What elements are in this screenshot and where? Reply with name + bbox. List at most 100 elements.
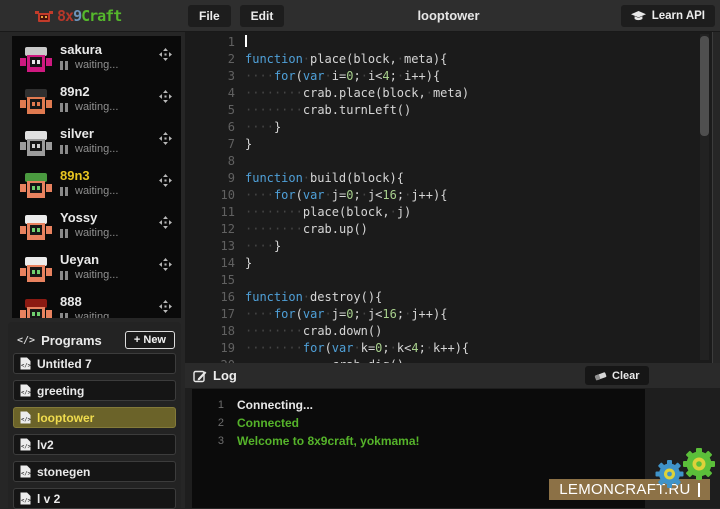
code-line: 12 ········crab.up() (185, 221, 712, 238)
eraser-icon (594, 370, 607, 381)
player-status: waiting... (60, 59, 118, 71)
code-line: 13 ····} (185, 238, 712, 255)
player-status: waiting... (60, 185, 118, 197)
move-icon[interactable] (159, 258, 172, 271)
code-line: 1 (185, 34, 712, 51)
player-name: 89n3 (60, 168, 90, 183)
log-line-number: 1 (192, 399, 224, 411)
code-line: 10 ····for(var·j=0;·j<16;·j++){ (185, 187, 712, 204)
log-message: Welcome to 8x9craft, yokmama! (237, 434, 420, 448)
player-status: waiting... (60, 227, 118, 239)
line-number: 8 (185, 153, 235, 170)
player-row[interactable]: Yossy waiting... (12, 207, 181, 249)
log-entry: 1 Connecting... (192, 396, 645, 414)
program-item[interactable]: </> l v 2 (13, 488, 176, 509)
program-item-label: l v 2 (37, 492, 60, 506)
program-item[interactable]: </>greeting (13, 380, 176, 401)
program-item[interactable]: </> lv2 (13, 434, 176, 455)
program-item[interactable]: </>Untitled 7 (13, 353, 176, 374)
player-row[interactable]: 888 waiting... (12, 291, 181, 318)
crab-icon (34, 9, 54, 24)
line-number: 5 (185, 102, 235, 119)
pause-icon (60, 313, 70, 319)
log-entry: 2 Connected (192, 414, 645, 432)
move-icon[interactable] (159, 174, 172, 187)
player-status: waiting... (60, 269, 118, 281)
player-name: silver (60, 126, 94, 141)
programs-title: Programs (41, 333, 102, 348)
player-status: waiting... (60, 101, 118, 113)
scrollbar-thumb[interactable] (700, 36, 709, 136)
code-line: 6 ····} (185, 119, 712, 136)
svg-text:</>: </> (21, 498, 31, 504)
code-line: 15 (185, 272, 712, 289)
code-file-icon: </> (20, 411, 31, 424)
app-logo: 8x9Craft (34, 7, 121, 25)
code-line: 7 } (185, 136, 712, 153)
player-row[interactable]: 89n2 waiting... (12, 81, 181, 123)
line-number: 14 (185, 255, 235, 272)
player-row[interactable]: Ueyan waiting... (12, 249, 181, 291)
line-number: 9 (185, 170, 235, 187)
line-number: 13 (185, 238, 235, 255)
new-program-button[interactable]: + New (125, 331, 175, 349)
code-line: 3 ····for(var·i=0;·i<4;·i++){ (185, 68, 712, 85)
clear-log-label: Clear (612, 370, 640, 382)
code-editor[interactable]: 1 2 function·place(block,·meta){ 3 ····f… (185, 32, 713, 363)
move-icon[interactable] (159, 48, 172, 61)
players-panel: sakura waiting... 89n2 waiting... silver… (12, 36, 181, 318)
log-title-label: Log (213, 368, 237, 383)
code-line: 2 function·place(block,·meta){ (185, 51, 712, 68)
code-line: 16 function·destroy(){ (185, 289, 712, 306)
line-number: 11 (185, 204, 235, 221)
program-item[interactable]: </>stonegen (13, 461, 176, 482)
learn-api-button[interactable]: Learn API (621, 5, 715, 27)
gears-icon (652, 443, 718, 495)
line-number: 6 (185, 119, 235, 136)
player-status: waiting... (60, 311, 118, 318)
pause-icon (60, 145, 70, 154)
player-row[interactable]: sakura waiting... (12, 39, 181, 81)
pause-icon (60, 271, 70, 280)
line-number: 4 (185, 85, 235, 102)
robot-icon (20, 256, 52, 284)
edit-icon (193, 369, 207, 383)
editor-scrollbar[interactable] (700, 34, 709, 360)
pause-icon (60, 187, 70, 196)
pause-icon (60, 103, 70, 112)
move-icon[interactable] (159, 300, 172, 313)
log-message: Connected (237, 416, 299, 430)
code-line: 19 ········for(var·k=0;·k<4;·k++){ (185, 340, 712, 357)
code-line: 8 (185, 153, 712, 170)
player-name: Ueyan (60, 252, 99, 267)
player-name: 89n2 (60, 84, 90, 99)
player-name: Yossy (60, 210, 97, 225)
log-line-number: 2 (192, 417, 224, 429)
program-item-label: stonegen (37, 465, 90, 479)
robot-icon (20, 130, 52, 158)
code-file-icon: </> (20, 438, 31, 451)
robot-icon (20, 298, 52, 318)
robot-icon (20, 46, 52, 74)
programs-header: </> Programs + New (8, 322, 181, 352)
player-name: sakura (60, 42, 102, 57)
line-number: 3 (185, 68, 235, 85)
log-entry: 3 Welcome to 8x9craft, yokmama! (192, 432, 645, 450)
line-number: 17 (185, 306, 235, 323)
line-number: 10 (185, 187, 235, 204)
svg-text:</>: </> (21, 444, 31, 450)
player-row[interactable]: silver waiting... (12, 123, 181, 165)
robot-icon (20, 88, 52, 116)
line-number: 2 (185, 51, 235, 68)
move-icon[interactable] (159, 216, 172, 229)
player-row[interactable]: 89n3 waiting... (12, 165, 181, 207)
clear-log-button[interactable]: Clear (585, 366, 649, 385)
line-number: 16 (185, 289, 235, 306)
program-item-label: greeting (37, 384, 84, 398)
log-message: Connecting... (237, 398, 313, 412)
program-item[interactable]: </>looptower (13, 407, 176, 428)
program-item-label: lv2 (37, 438, 54, 452)
move-icon[interactable] (159, 132, 172, 145)
move-icon[interactable] (159, 90, 172, 103)
code-line: 14 } (185, 255, 712, 272)
